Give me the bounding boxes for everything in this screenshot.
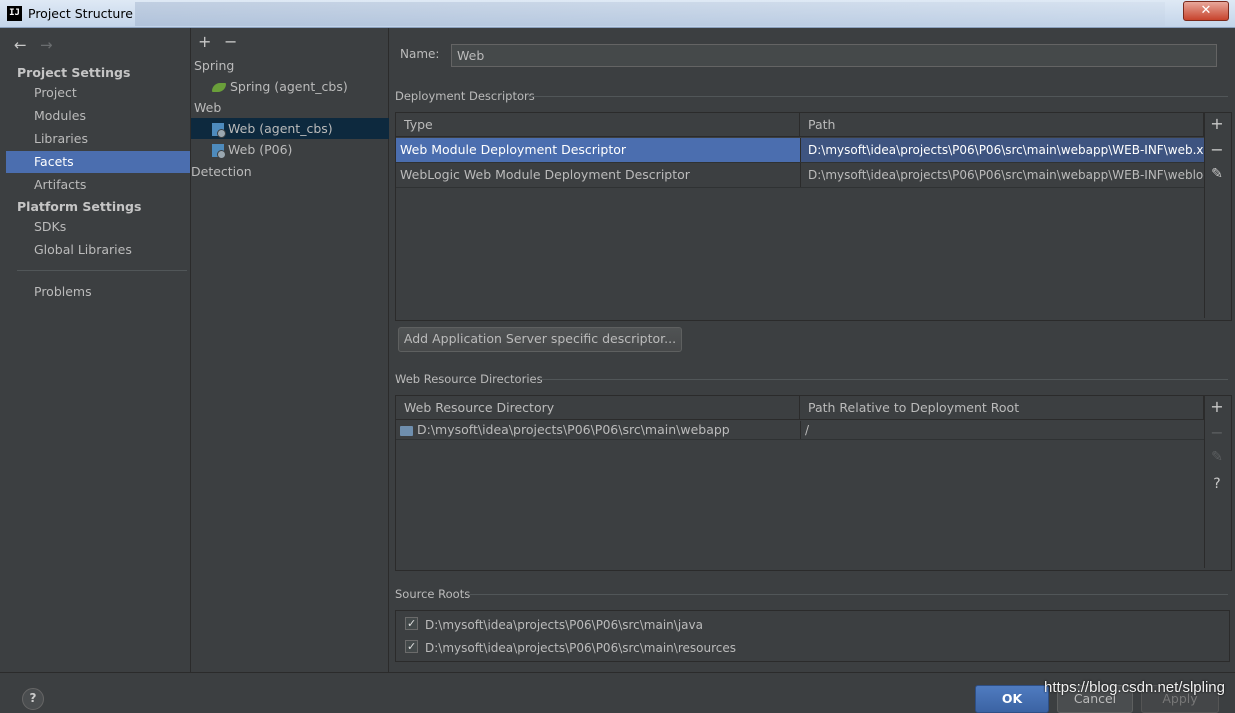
nav-divider bbox=[17, 270, 187, 271]
deployment-descriptors-table: Type Path Web Module Deployment Descript… bbox=[395, 112, 1232, 321]
section-divider bbox=[540, 379, 1228, 380]
web-resource-directories-table: Web Resource Directory Path Relative to … bbox=[395, 395, 1232, 571]
directory-path: D:\mysoft\idea\projects\P06\P06\src\main… bbox=[417, 422, 730, 437]
column-header-web-resource-directory[interactable]: Web Resource Directory bbox=[396, 396, 800, 420]
remove-directory-icon[interactable]: − bbox=[1206, 423, 1228, 442]
tree-item-spring-agent-cbs[interactable]: Spring (agent_cbs) bbox=[212, 76, 348, 97]
folder-icon bbox=[400, 425, 413, 436]
facets-tree-panel: + − Spring Spring (agent_cbs) Web Web (a… bbox=[191, 28, 389, 672]
project-settings-header: Project Settings bbox=[17, 65, 131, 80]
source-roots-title: Source Roots bbox=[395, 587, 471, 601]
nav-item-artifacts[interactable]: Artifacts bbox=[6, 174, 190, 196]
spring-leaf-icon bbox=[212, 83, 226, 92]
nav-item-project[interactable]: Project bbox=[6, 82, 190, 104]
descriptor-type-cell: WebLogic Web Module Deployment Descripto… bbox=[400, 167, 690, 182]
window-title: Project Structure bbox=[28, 6, 133, 21]
descriptor-path-cell: D:\mysoft\idea\projects\P06\P06\src\main… bbox=[800, 163, 1204, 187]
source-root-item[interactable]: D:\mysoft\idea\projects\P06\P06\src\main… bbox=[405, 613, 703, 636]
ok-button[interactable]: OK bbox=[975, 685, 1049, 713]
back-arrow-icon[interactable]: ← bbox=[14, 36, 27, 54]
section-divider bbox=[528, 96, 1228, 97]
tree-node-label: Detection bbox=[191, 164, 252, 179]
add-descriptor-icon[interactable]: + bbox=[1206, 114, 1228, 133]
table-toolbar-divider bbox=[1204, 396, 1205, 568]
nav-item-global-libraries[interactable]: Global Libraries bbox=[6, 239, 190, 261]
tree-item-web-agent-cbs[interactable]: Web (agent_cbs) bbox=[191, 118, 389, 139]
nav-item-facets[interactable]: Facets bbox=[6, 151, 190, 173]
descriptor-path-cell: D:\mysoft\idea\projects\P06\P06\src\main… bbox=[800, 138, 1204, 162]
dialog-footer: ? OK Cancel Apply https://blog.csdn.net/… bbox=[0, 672, 1235, 713]
nav-item-modules[interactable]: Modules bbox=[6, 105, 190, 127]
tree-group-spring[interactable]: Spring bbox=[194, 55, 234, 76]
tree-node-label: Web (P06) bbox=[228, 142, 293, 157]
table-row[interactable]: Web Module Deployment Descriptor D:\myso… bbox=[396, 138, 1204, 163]
source-root-checkbox[interactable] bbox=[405, 613, 418, 635]
source-root-path: D:\mysoft\idea\projects\P06\P06\src\main… bbox=[425, 641, 736, 655]
remove-facet-icon[interactable]: − bbox=[224, 32, 237, 51]
nav-item-libraries[interactable]: Libraries bbox=[6, 128, 190, 150]
web-resource-directories-title: Web Resource Directories bbox=[395, 372, 543, 386]
tree-group-detection[interactable]: Detection bbox=[191, 161, 252, 182]
tree-node-label: Web bbox=[194, 100, 222, 115]
add-facet-icon[interactable]: + bbox=[198, 32, 211, 51]
source-roots-list: D:\mysoft\idea\projects\P06\P06\src\main… bbox=[395, 610, 1230, 662]
column-header-relative-path[interactable]: Path Relative to Deployment Root bbox=[800, 396, 1204, 420]
nav-item-problems[interactable]: Problems bbox=[6, 281, 190, 303]
source-root-checkbox[interactable] bbox=[405, 636, 418, 658]
edit-descriptor-icon[interactable]: ✎ bbox=[1206, 166, 1228, 182]
table-toolbar-divider bbox=[1204, 113, 1205, 318]
source-root-path: D:\mysoft\idea\projects\P06\P06\src\main… bbox=[425, 618, 703, 632]
platform-settings-header: Platform Settings bbox=[17, 199, 142, 214]
column-header-type[interactable]: Type bbox=[396, 113, 800, 137]
section-divider bbox=[470, 594, 1228, 595]
tree-node-label: Web (agent_cbs) bbox=[228, 121, 333, 136]
forward-arrow-icon[interactable]: → bbox=[40, 36, 53, 54]
tree-group-web[interactable]: Web bbox=[194, 97, 221, 118]
table-row[interactable]: WebLogic Web Module Deployment Descripto… bbox=[396, 163, 1204, 188]
tree-item-web-p06[interactable]: Web (P06) bbox=[212, 139, 292, 160]
settings-nav: ← → Project Settings Project Modules Lib… bbox=[6, 28, 191, 672]
web-resource-directory-cell: D:\mysoft\idea\projects\P06\P06\src\main… bbox=[396, 421, 800, 439]
deployment-descriptors-title: Deployment Descriptors bbox=[395, 89, 535, 103]
descriptor-type-cell: Web Module Deployment Descriptor bbox=[400, 142, 627, 157]
help-button[interactable]: ? bbox=[22, 688, 44, 710]
name-label: Name: bbox=[400, 47, 440, 61]
facet-name-input[interactable] bbox=[451, 44, 1217, 67]
watermark-text: https://blog.csdn.net/slpling bbox=[1044, 679, 1225, 696]
web-facet-icon bbox=[212, 123, 226, 138]
table-row[interactable]: D:\mysoft\idea\projects\P06\P06\src\main… bbox=[396, 421, 1204, 440]
relative-path-cell: / bbox=[800, 421, 1204, 439]
web-facet-icon bbox=[212, 144, 226, 159]
app-logo-icon: IJ bbox=[7, 6, 22, 21]
remove-descriptor-icon[interactable]: − bbox=[1206, 140, 1228, 159]
column-header-path[interactable]: Path bbox=[800, 113, 1204, 137]
title-bar: IJ Project Structure ✕ bbox=[0, 0, 1235, 28]
blurred-background-menu bbox=[135, 2, 1165, 26]
source-root-item[interactable]: D:\mysoft\idea\projects\P06\P06\src\main… bbox=[405, 636, 736, 659]
edit-directory-icon[interactable]: ✎ bbox=[1206, 449, 1228, 465]
help-icon[interactable]: ? bbox=[1206, 476, 1228, 492]
add-directory-icon[interactable]: + bbox=[1206, 397, 1228, 416]
tree-node-label: Spring bbox=[194, 58, 235, 73]
facet-editor: Name: Deployment Descriptors Type Path W… bbox=[390, 28, 1235, 672]
close-button[interactable]: ✕ bbox=[1183, 1, 1229, 21]
tree-node-label: Spring (agent_cbs) bbox=[230, 79, 348, 94]
nav-item-sdks[interactable]: SDKs bbox=[6, 216, 190, 238]
add-server-descriptor-button[interactable]: Add Application Server specific descript… bbox=[398, 327, 682, 352]
